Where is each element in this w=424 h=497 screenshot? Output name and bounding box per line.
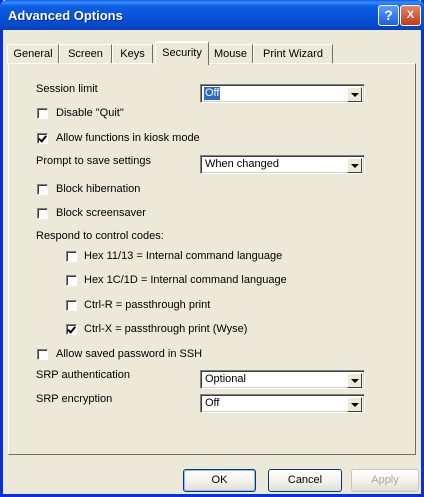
apply-button[interactable]: Apply	[351, 469, 419, 492]
tab-print-wizard[interactable]: Print Wizard	[253, 44, 333, 64]
security-panel	[8, 63, 416, 455]
tab-general[interactable]: General	[7, 44, 59, 64]
title-bar[interactable]: Advanced Options ? X	[0, 0, 424, 30]
help-icon[interactable]: ?	[378, 5, 399, 26]
close-icon[interactable]: X	[400, 5, 421, 26]
tab-security[interactable]: Security	[155, 41, 209, 65]
advanced-options-window: Advanced Options ? X General Screen Keys…	[0, 0, 424, 497]
ok-button[interactable]: OK	[183, 469, 256, 492]
tab-mouse[interactable]: Mouse	[208, 44, 253, 64]
cancel-button[interactable]: Cancel	[268, 469, 342, 492]
window-title: Advanced Options	[8, 8, 123, 23]
tab-keys[interactable]: Keys	[112, 44, 153, 64]
tab-screen[interactable]: Screen	[59, 44, 112, 64]
